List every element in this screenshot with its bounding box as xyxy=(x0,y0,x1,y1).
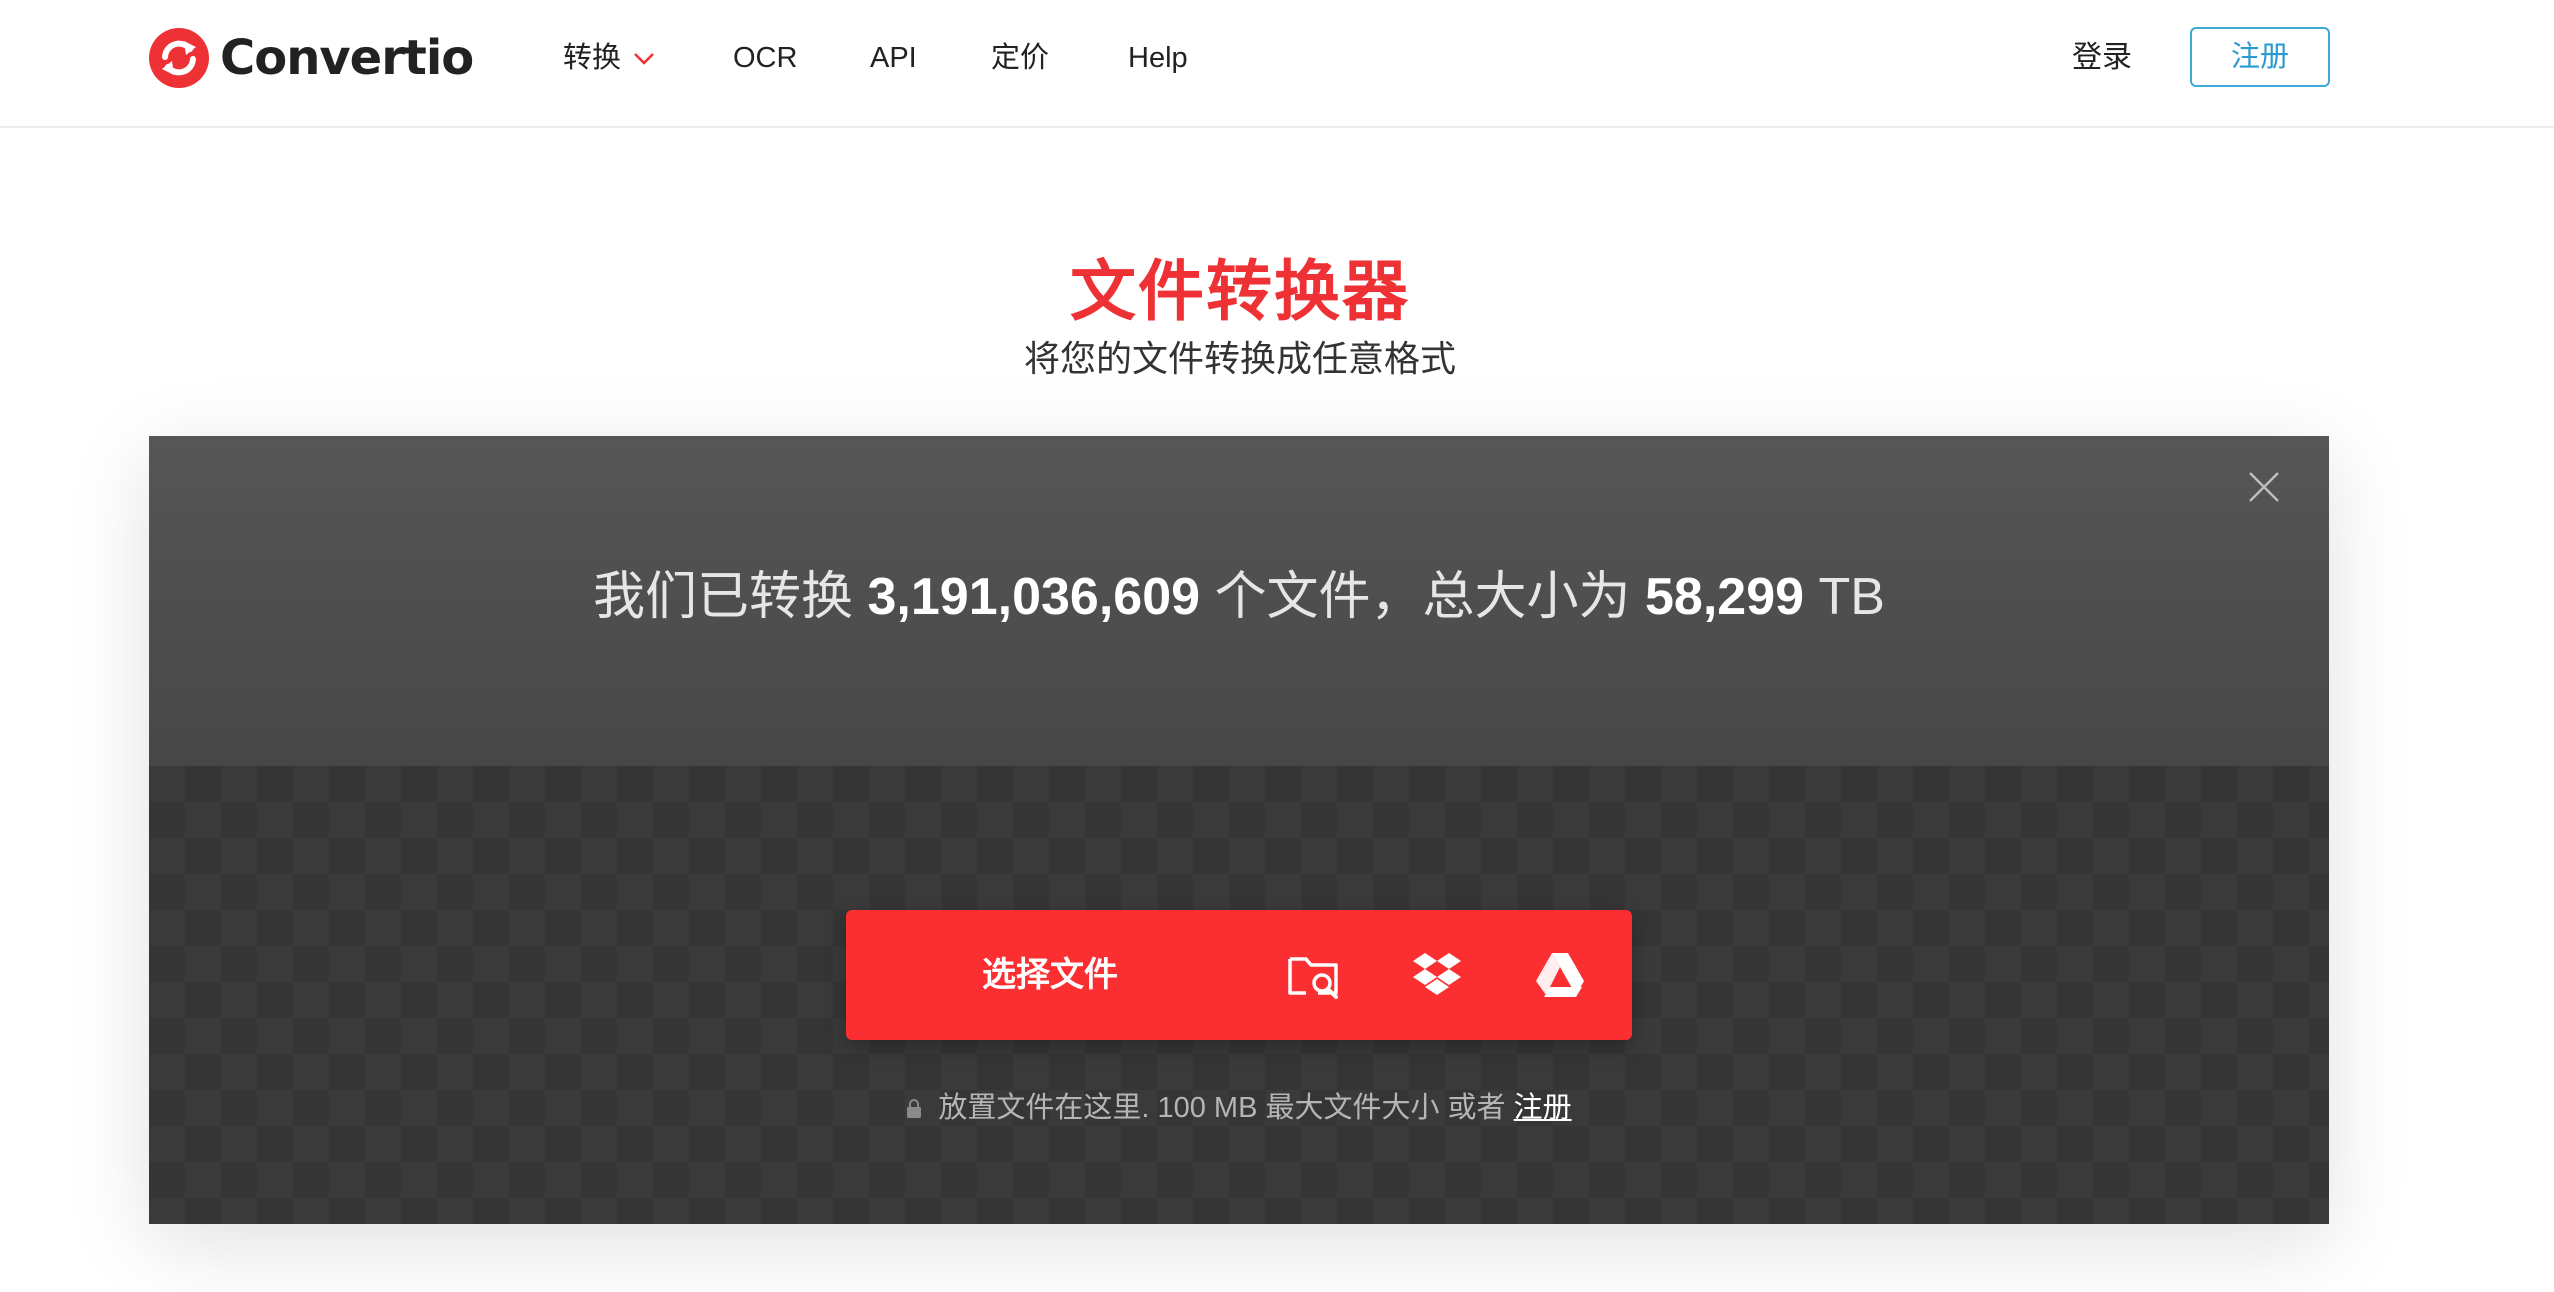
lock-icon xyxy=(907,1099,922,1118)
files-count: 3,191,036,609 xyxy=(867,568,1201,626)
nav-item-convert[interactable]: 转换 xyxy=(563,36,655,80)
nav-item-ocr[interactable]: OCR xyxy=(733,36,797,80)
login-link[interactable]: 登录 xyxy=(2072,36,2132,80)
logo[interactable]: Convertio xyxy=(148,26,474,90)
page-subtitle: 将您的文件转换成任意格式 xyxy=(1023,338,1456,379)
stats-middle: 个文件，总大小为 xyxy=(1214,568,1631,626)
close-icon[interactable] xyxy=(2247,470,2281,504)
chevron-down-icon xyxy=(634,53,654,66)
page-title: 文件转换器 xyxy=(1070,254,1410,328)
nav-item-label: 转换 xyxy=(563,42,622,74)
drop-hint: 放置文件在这里. 100 MB 最大文件大小 或者 注册 xyxy=(149,1088,2329,1128)
signup-link[interactable]: 注册 xyxy=(1514,1092,1572,1124)
conversion-stats: 我们已转换 3,191,036,609 个文件，总大小为 58,299 TB xyxy=(149,562,2329,632)
nav-item-pricing[interactable]: 定价 xyxy=(991,36,1049,80)
folder-search-icon[interactable] xyxy=(1286,947,1342,1003)
size-unit: TB xyxy=(1818,568,1885,626)
site-header: Convertio 转换 OCR API 定价 Help 登录 注册 xyxy=(0,0,2554,128)
convertio-logo-icon xyxy=(149,28,209,88)
dropbox-icon[interactable] xyxy=(1409,947,1465,1003)
drop-hint-text: 放置文件在这里. 100 MB 最大文件大小 或者 xyxy=(938,1092,1506,1124)
stats-banner: 我们已转换 3,191,036,609 个文件，总大小为 58,299 TB xyxy=(149,436,2329,766)
google-drive-icon[interactable] xyxy=(1532,947,1588,1003)
nav-item-help[interactable]: Help xyxy=(1128,36,1188,80)
signup-button[interactable]: 注册 xyxy=(2190,27,2330,87)
nav-item-api[interactable]: API xyxy=(870,36,917,80)
converter-panel: 我们已转换 3,191,036,609 个文件，总大小为 58,299 TB 选… xyxy=(149,436,2329,1224)
upload-button-group: 选择文件 xyxy=(846,910,1632,1040)
total-size: 58,299 xyxy=(1644,568,1805,626)
stats-prefix: 我们已转换 xyxy=(593,568,854,626)
choose-files-button[interactable]: 选择文件 xyxy=(846,910,1254,1040)
logo-text: Convertio xyxy=(220,30,474,86)
file-dropzone[interactable]: 选择文件 放置文件在这里. 100 MB 最大文件大小 或者 注册 xyxy=(149,766,2329,1224)
